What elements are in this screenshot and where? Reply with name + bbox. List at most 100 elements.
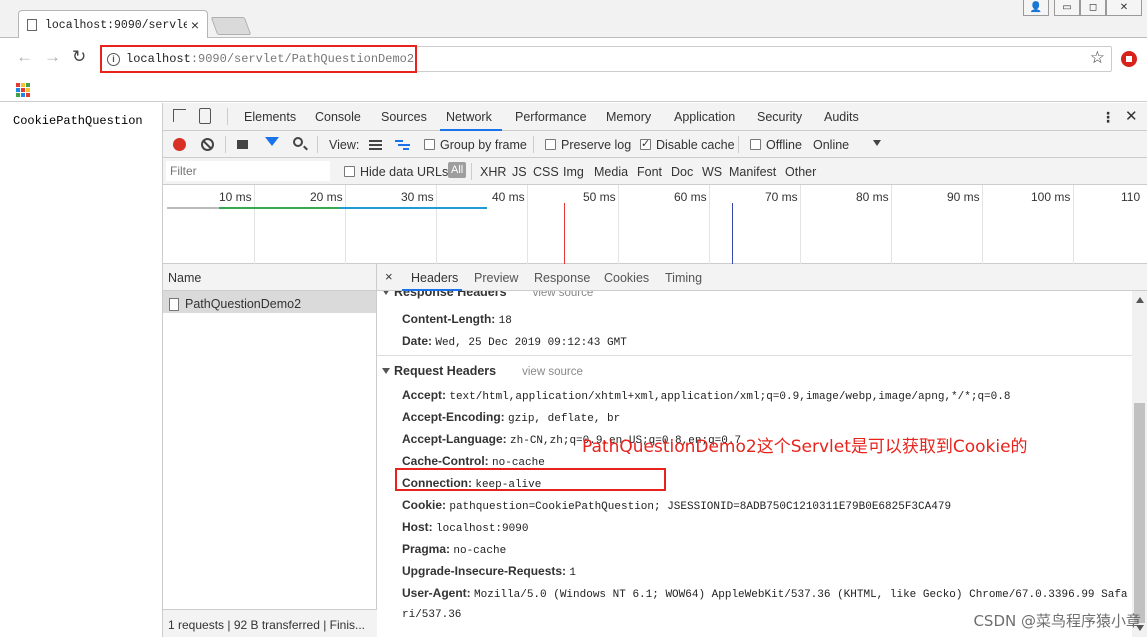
inspect-element-icon[interactable]	[173, 109, 186, 122]
new-tab-button[interactable]	[210, 17, 252, 35]
filter-type-js[interactable]: JS	[512, 165, 527, 179]
timeline-label: 110	[1121, 190, 1141, 204]
checkbox-unchecked[interactable]	[344, 166, 355, 177]
timeline-bar-download	[339, 207, 487, 209]
overview-waterfall-icon[interactable]	[395, 140, 410, 150]
record-icon[interactable]	[173, 138, 186, 151]
preserve-log-checkbox[interactable]: Preserve log	[545, 138, 631, 152]
filter-type-img[interactable]: Img	[563, 165, 584, 179]
tab-cookies[interactable]: Cookies	[604, 271, 649, 285]
devtools-close-icon[interactable]: ✕	[1125, 107, 1138, 125]
user-icon[interactable]: 👤	[1023, 0, 1049, 16]
browser-tab[interactable]: localhost:9090/servlet ×	[18, 10, 208, 39]
checkbox-checked[interactable]	[640, 137, 651, 150]
group-by-frame-checkbox[interactable]: Group by frame	[424, 138, 527, 152]
header-row: Accept: text/html,application/xhtml+xml,…	[402, 388, 1011, 403]
search-icon[interactable]	[293, 137, 303, 147]
tab-close-icon[interactable]: ×	[191, 17, 199, 33]
request-headers-section[interactable]: Request Headers view source	[382, 364, 583, 378]
scroll-up-icon[interactable]	[1136, 297, 1144, 303]
back-arrow-icon[interactable]: ←	[16, 47, 33, 67]
view-source-link[interactable]: view source	[522, 366, 583, 378]
tab-elements[interactable]: Elements	[244, 110, 296, 124]
offline-checkbox[interactable]: Offline	[750, 138, 802, 152]
bookmark-star-icon[interactable]: ☆	[1090, 48, 1105, 68]
tab-sources[interactable]: Sources	[381, 110, 427, 124]
filter-type-all[interactable]: All	[448, 162, 467, 178]
filter-funnel-icon[interactable]	[265, 137, 279, 146]
device-toolbar-icon[interactable]	[199, 108, 211, 124]
filter-type-font[interactable]: Font	[637, 165, 662, 179]
network-overview-timeline[interactable]: 10 ms 20 ms 30 ms 40 ms 50 ms 60 ms 70 m…	[163, 185, 1147, 264]
table-row[interactable]: PathQuestionDemo2	[163, 291, 376, 313]
load-event-line	[564, 203, 565, 264]
filter-type-media[interactable]: Media	[594, 165, 628, 179]
timeline-label: 20 ms	[310, 190, 343, 204]
filter-type-doc[interactable]: Doc	[671, 165, 693, 179]
filter-type-css[interactable]: CSS	[533, 165, 559, 179]
filter-type-other[interactable]: Other	[785, 165, 816, 179]
forward-arrow-icon[interactable]: →	[44, 47, 61, 67]
tab-audits[interactable]: Audits	[824, 110, 859, 124]
timeline-label: 30 ms	[401, 190, 434, 204]
tab-response[interactable]: Response	[534, 271, 590, 285]
maximize-icon[interactable]: ◻	[1080, 0, 1106, 16]
scroll-thumb[interactable]	[1134, 403, 1145, 623]
watermark: CSDN @菜鸟程序猿小章	[973, 612, 1141, 630]
large-rows-icon[interactable]	[369, 140, 382, 150]
triangle-down-icon	[382, 291, 390, 295]
timeline-gridline	[982, 185, 983, 264]
timeline-gridline	[709, 185, 710, 264]
devtools-panel: Elements Console Sources Network Perform…	[162, 103, 1147, 637]
tab-timing[interactable]: Timing	[665, 271, 702, 285]
tab-memory[interactable]: Memory	[606, 110, 651, 124]
window-close-icon[interactable]: ✕	[1106, 0, 1142, 16]
tab-headers[interactable]: Headers	[411, 271, 458, 285]
tab-network[interactable]: Network	[446, 110, 492, 124]
disable-cache-checkbox[interactable]: Disable cache	[640, 137, 735, 152]
scrollbar[interactable]	[1132, 291, 1147, 637]
timeline-bar-waiting	[219, 207, 339, 209]
header-row: User-Agent: Mozilla/5.0 (Windows NT 6.1;…	[402, 586, 1128, 601]
minimize-icon[interactable]: ▭	[1054, 0, 1080, 16]
page-content-text: CookiePathQuestion	[13, 114, 143, 128]
apps-grid-icon[interactable]	[16, 83, 30, 97]
hide-data-urls-checkbox[interactable]: Hide data URLs	[344, 165, 448, 179]
name-column-header[interactable]: Name	[163, 264, 376, 291]
timeline-gridline	[345, 185, 346, 264]
response-headers-section[interactable]: Response Headers view source	[382, 291, 593, 299]
document-icon	[169, 297, 179, 311]
screenshot-camera-icon[interactable]	[237, 140, 248, 149]
filter-type-xhr[interactable]: XHR	[480, 165, 506, 179]
filter-type-ws[interactable]: WS	[702, 165, 722, 179]
header-row: Accept-Encoding: gzip, deflate, br	[402, 410, 621, 425]
filter-type-manifest[interactable]: Manifest	[729, 165, 776, 179]
reload-icon[interactable]: ↻	[72, 47, 86, 67]
network-toolbar: View: Group by frame Preserve log Disabl…	[163, 131, 1147, 158]
checkbox-unchecked[interactable]	[750, 139, 761, 150]
tab-preview[interactable]: Preview	[474, 271, 518, 285]
clear-icon[interactable]	[201, 138, 214, 151]
more-options-icon[interactable]: ⋮	[1101, 109, 1115, 126]
header-row: Date: Wed, 25 Dec 2019 09:12:43 GMT	[402, 334, 627, 349]
checkbox-unchecked[interactable]	[424, 139, 435, 150]
chevron-down-icon[interactable]	[873, 140, 881, 146]
browser-toolbar: ← → ↻ i localhost:9090/servlet/PathQuest…	[0, 38, 1147, 78]
throttling-select[interactable]: Online	[813, 138, 849, 152]
extension-stop-icon[interactable]	[1121, 51, 1137, 67]
checkbox-unchecked[interactable]	[545, 139, 556, 150]
tab-application[interactable]: Application	[674, 110, 735, 124]
request-name: PathQuestionDemo2	[185, 297, 302, 311]
tab-console[interactable]: Console	[315, 110, 361, 124]
view-source-link[interactable]: view source	[533, 291, 594, 299]
filter-input[interactable]	[166, 161, 330, 181]
timeline-bar-stalled	[167, 207, 219, 209]
timeline-label: 90 ms	[947, 190, 980, 204]
separator	[471, 163, 472, 180]
detail-close-icon[interactable]: ×	[385, 269, 393, 284]
tab-performance[interactable]: Performance	[515, 110, 587, 124]
timeline-label: 50 ms	[583, 190, 616, 204]
tab-security[interactable]: Security	[757, 110, 802, 124]
bookmarks-bar	[0, 78, 1147, 102]
request-list: Name PathQuestionDemo2 1 requests | 92 B…	[163, 264, 377, 637]
